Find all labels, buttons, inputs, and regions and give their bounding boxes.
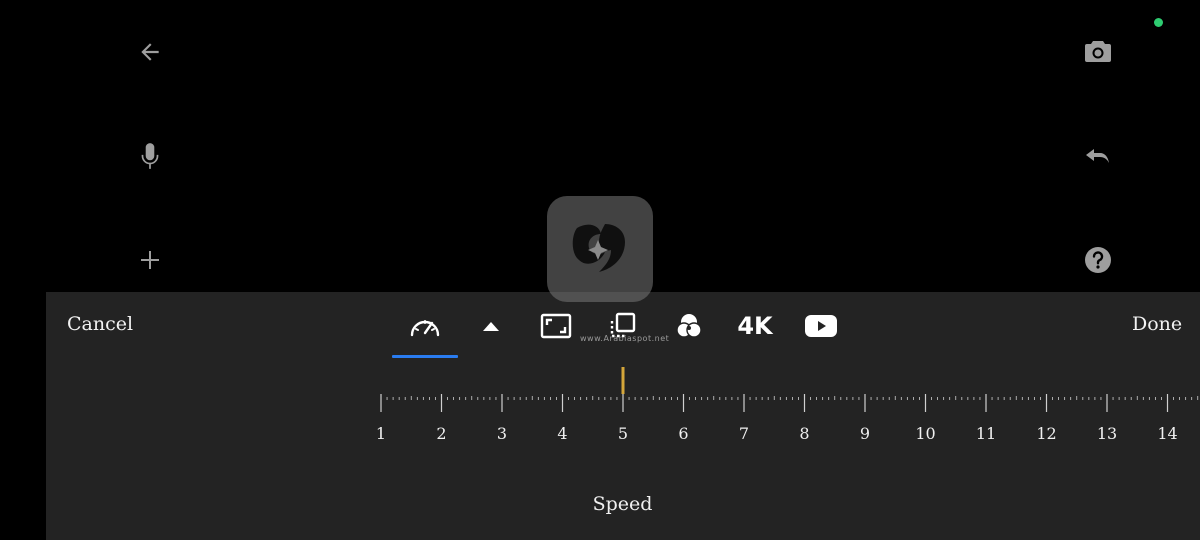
undo-button[interactable]: [1078, 136, 1118, 176]
ruler-tick-label: 5: [618, 424, 628, 443]
ruler-tick-label: 10: [915, 424, 935, 443]
tab-collapse[interactable]: [474, 305, 508, 347]
ruler-tick-label: 8: [799, 424, 809, 443]
ruler-tick-label: 7: [739, 424, 749, 443]
done-button[interactable]: Done: [1132, 313, 1182, 335]
help-icon: [1085, 247, 1111, 273]
speed-indicator[interactable]: [621, 367, 625, 394]
active-tab-indicator: [392, 355, 458, 358]
left-rail: [0, 0, 252, 292]
tab-speed[interactable]: [404, 305, 446, 347]
ruler-tick-label: 9: [860, 424, 870, 443]
recording-indicator-dot: [1154, 18, 1163, 27]
watermark-text: www.Arabiaspot.net: [580, 334, 670, 343]
ruler-tick-label: 13: [1097, 424, 1117, 443]
speed-ruler[interactable]: 1 2 3 4 5 6 7 8 9 10 11 12 13 14: [0, 360, 1200, 450]
back-arrow-icon: [141, 43, 159, 61]
back-button[interactable]: [130, 32, 170, 72]
tab-export[interactable]: [802, 305, 840, 347]
ruler-tick-label: 4: [557, 424, 567, 443]
camera-icon: [1085, 41, 1111, 62]
cancel-button[interactable]: Cancel: [67, 313, 133, 335]
snapshot-button[interactable]: [1078, 31, 1118, 71]
ruler-tick-label: 14: [1157, 424, 1177, 443]
tab-color-filter[interactable]: [672, 305, 706, 347]
ruler-tick-label: 11: [976, 424, 996, 443]
tab-resolution[interactable]: 4K: [734, 305, 776, 347]
help-button[interactable]: [1078, 240, 1118, 280]
logo-glyph-icon: [572, 224, 625, 272]
right-rail: [1058, 0, 1200, 292]
resolution-label: 4K: [737, 312, 773, 340]
watermark-logo: [547, 196, 653, 302]
mode-label: Speed: [592, 493, 653, 515]
ruler-tick-label: 12: [1036, 424, 1056, 443]
video-preview[interactable]: [252, 0, 1058, 292]
plus-icon: [141, 251, 159, 269]
voiceover-button[interactable]: [130, 136, 170, 176]
youtube-icon: [805, 315, 837, 337]
ruler-tick-label: 2: [436, 424, 446, 443]
ruler-tick-label: 3: [497, 424, 507, 443]
color-filter-icon: [676, 314, 702, 338]
ruler-tick-label: 6: [678, 424, 688, 443]
microphone-icon: [141, 143, 159, 169]
add-button[interactable]: [130, 240, 170, 280]
ruler-tick-label: 1: [376, 424, 386, 443]
speedometer-icon: [410, 320, 440, 337]
aspect-ratio-icon: [540, 313, 572, 339]
undo-icon: [1086, 149, 1109, 163]
tab-crop[interactable]: [538, 305, 574, 347]
triangle-up-icon: [483, 322, 499, 331]
